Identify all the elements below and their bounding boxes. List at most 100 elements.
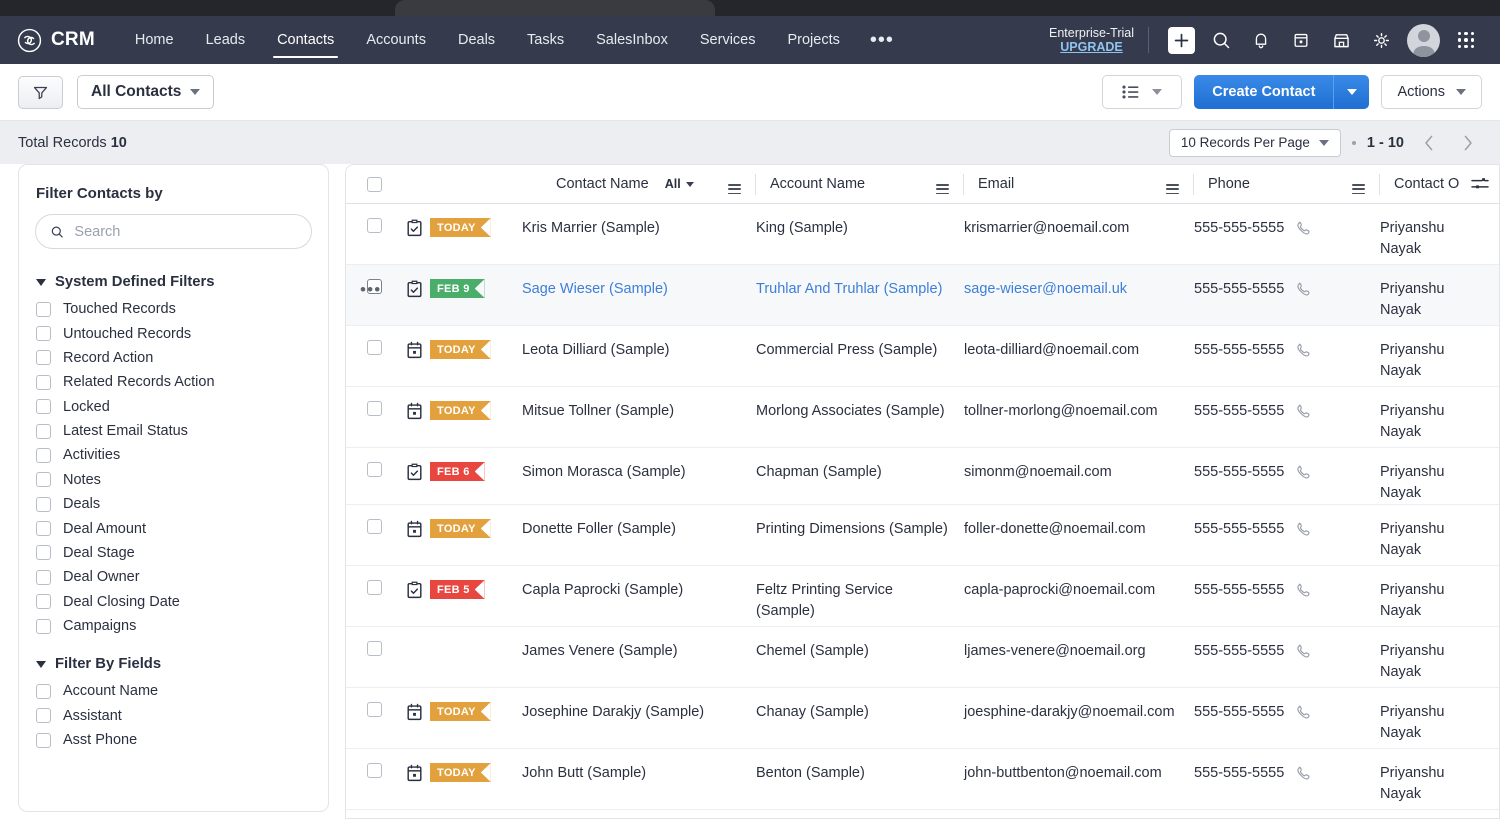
calendar-button[interactable] — [1284, 23, 1318, 57]
sidebar-item-deals[interactable]: Deals — [19, 492, 328, 516]
sidebar-item-deal-closing-date[interactable]: Deal Closing Date — [19, 590, 328, 614]
phone-icon[interactable] — [1295, 342, 1312, 359]
nav-item-leads[interactable]: Leads — [190, 16, 262, 64]
phone-icon[interactable] — [1295, 464, 1312, 481]
checkbox[interactable] — [36, 447, 51, 463]
cell-contact-name[interactable]: Mitsue Tollner (Sample) — [522, 401, 756, 422]
row-checkbox[interactable] — [366, 763, 382, 779]
phone-icon[interactable] — [1295, 220, 1312, 237]
sidebar-item-touched-records[interactable]: Touched Records — [19, 297, 328, 321]
cell-email[interactable]: joesphine-darakjy@noemail.com — [964, 702, 1194, 723]
checkbox[interactable] — [36, 374, 51, 390]
nav-item-services[interactable]: Services — [684, 16, 772, 64]
column-settings-button[interactable] — [1471, 176, 1489, 197]
actions-button[interactable]: Actions — [1381, 75, 1482, 109]
column-header-contact-name[interactable]: Contact Name All — [402, 165, 756, 204]
view-selector[interactable]: All Contacts — [77, 75, 215, 109]
cell-contact-name[interactable]: Kris Marrier (Sample) — [522, 218, 756, 239]
apps-button[interactable] — [1449, 23, 1483, 57]
nav-item-salesinbox[interactable]: SalesInbox — [580, 16, 684, 64]
phone-icon[interactable] — [1295, 582, 1312, 599]
sidebar-group-filter-by-fields[interactable]: Filter By Fields — [19, 638, 328, 679]
phone-icon[interactable] — [1295, 521, 1312, 538]
table-row[interactable]: ••• FEB 9 Sage Wieser (Sample) Truhlar A… — [346, 265, 1499, 326]
sidebar-search[interactable] — [35, 214, 312, 249]
nav-item-projects[interactable]: Projects — [771, 16, 855, 64]
contact-name-filter-dropdown[interactable]: All — [665, 177, 694, 191]
cell-contact-name[interactable]: Donette Foller (Sample) — [522, 519, 756, 540]
sidebar-item-account-name[interactable]: Account Name — [19, 679, 328, 703]
checkbox[interactable] — [36, 521, 51, 537]
sidebar-item-deal-stage[interactable]: Deal Stage — [19, 541, 328, 565]
column-menu-icon[interactable] — [936, 184, 949, 195]
create-contact-button[interactable]: Create Contact — [1194, 75, 1334, 109]
table-row[interactable]: James Venere (Sample) Chemel (Sample) lj… — [346, 627, 1499, 689]
checkbox[interactable] — [36, 732, 51, 748]
cell-account-name[interactable]: Printing Dimensions (Sample) — [756, 519, 964, 540]
sidebar-item-campaigns[interactable]: Campaigns — [19, 614, 328, 638]
cell-account-name[interactable]: King (Sample) — [756, 218, 964, 239]
create-contact-dropdown[interactable] — [1333, 75, 1370, 109]
nav-item-home[interactable]: Home — [119, 16, 190, 64]
cell-account-name[interactable]: Morlong Associates (Sample) — [756, 401, 964, 422]
nav-item-accounts[interactable]: Accounts — [350, 16, 442, 64]
cell-email[interactable]: foller-donette@noemail.com — [964, 519, 1194, 540]
table-row[interactable]: TODAY Mitsue Tollner (Sample) Morlong As… — [346, 387, 1499, 448]
cell-contact-name[interactable]: Capla Paprocki (Sample) — [522, 580, 756, 601]
cell-contact-name[interactable]: James Venere (Sample) — [522, 641, 756, 662]
prev-page-button[interactable] — [1415, 129, 1443, 157]
checkbox[interactable] — [36, 496, 51, 512]
cell-account-name[interactable]: Chapman (Sample) — [756, 462, 964, 483]
column-header-account-name[interactable]: Account Name — [756, 165, 964, 204]
row-checkbox[interactable] — [366, 340, 382, 355]
row-checkbox[interactable] — [366, 641, 382, 657]
search-button[interactable] — [1204, 23, 1238, 57]
cell-account-name[interactable]: Feltz Printing Service (Sample) — [756, 580, 964, 622]
nav-item-tasks[interactable]: Tasks — [511, 16, 580, 64]
phone-icon[interactable] — [1295, 704, 1312, 721]
upgrade-link[interactable]: UPGRADE — [1049, 40, 1134, 54]
checkbox[interactable] — [36, 618, 51, 634]
sidebar-item-related-records-action[interactable]: Related Records Action — [19, 370, 328, 394]
phone-icon[interactable] — [1295, 281, 1312, 298]
checkbox[interactable] — [36, 472, 51, 488]
cell-email[interactable]: sage-wieser@noemail.uk — [964, 279, 1194, 300]
checkbox[interactable] — [36, 708, 51, 724]
row-checkbox[interactable] — [366, 519, 382, 535]
checkbox[interactable] — [36, 399, 51, 415]
cell-email[interactable]: john-buttbenton@noemail.com — [964, 763, 1194, 784]
marketplace-button[interactable] — [1324, 23, 1358, 57]
table-row[interactable]: TODAY Josephine Darakjy (Sample) Chanay … — [346, 688, 1499, 750]
sidebar-item-deal-amount[interactable]: Deal Amount — [19, 516, 328, 540]
sidebar-group-system-defined-filters[interactable]: System Defined Filters — [19, 263, 328, 297]
cell-contact-name[interactable]: John Butt (Sample) — [522, 763, 756, 784]
column-menu-icon[interactable] — [1166, 184, 1179, 195]
row-actions-icon[interactable]: ••• — [360, 281, 381, 298]
add-new-button[interactable] — [1164, 23, 1198, 57]
brand[interactable]: CRM — [17, 28, 95, 53]
nav-item-deals[interactable]: Deals — [442, 16, 511, 64]
sidebar-item-notes[interactable]: Notes — [19, 468, 328, 492]
column-header-phone[interactable]: Phone — [1194, 165, 1380, 204]
phone-icon[interactable] — [1295, 403, 1312, 420]
table-row[interactable]: TODAY Kris Marrier (Sample) King (Sample… — [346, 204, 1499, 265]
nav-item-contacts[interactable]: Contacts — [261, 16, 350, 64]
cell-contact-name[interactable]: Sage Wieser (Sample) — [522, 279, 756, 300]
checkbox[interactable] — [36, 350, 51, 366]
phone-icon[interactable] — [1295, 643, 1312, 660]
table-row[interactable]: TODAY Donette Foller (Sample) Printing D… — [346, 505, 1499, 567]
row-checkbox[interactable] — [366, 218, 382, 233]
table-row[interactable]: TODAY John Butt (Sample) Benton (Sample)… — [346, 749, 1499, 811]
cell-account-name[interactable]: Commercial Press (Sample) — [756, 340, 964, 361]
cell-email[interactable]: simonm@noemail.com — [964, 462, 1194, 483]
checkbox[interactable] — [36, 423, 51, 439]
list-view-button[interactable] — [1102, 75, 1183, 109]
filter-toggle-button[interactable] — [18, 75, 63, 109]
sidebar-item-activities[interactable]: Activities — [19, 443, 328, 467]
checkbox[interactable] — [36, 683, 51, 699]
column-menu-icon[interactable] — [1352, 184, 1365, 195]
checkbox[interactable] — [36, 594, 51, 610]
table-row[interactable]: FEB 5 Capla Paprocki (Sample) Feltz Prin… — [346, 566, 1499, 628]
sidebar-item-deal-owner[interactable]: Deal Owner — [19, 565, 328, 589]
row-checkbox[interactable] — [366, 401, 382, 416]
